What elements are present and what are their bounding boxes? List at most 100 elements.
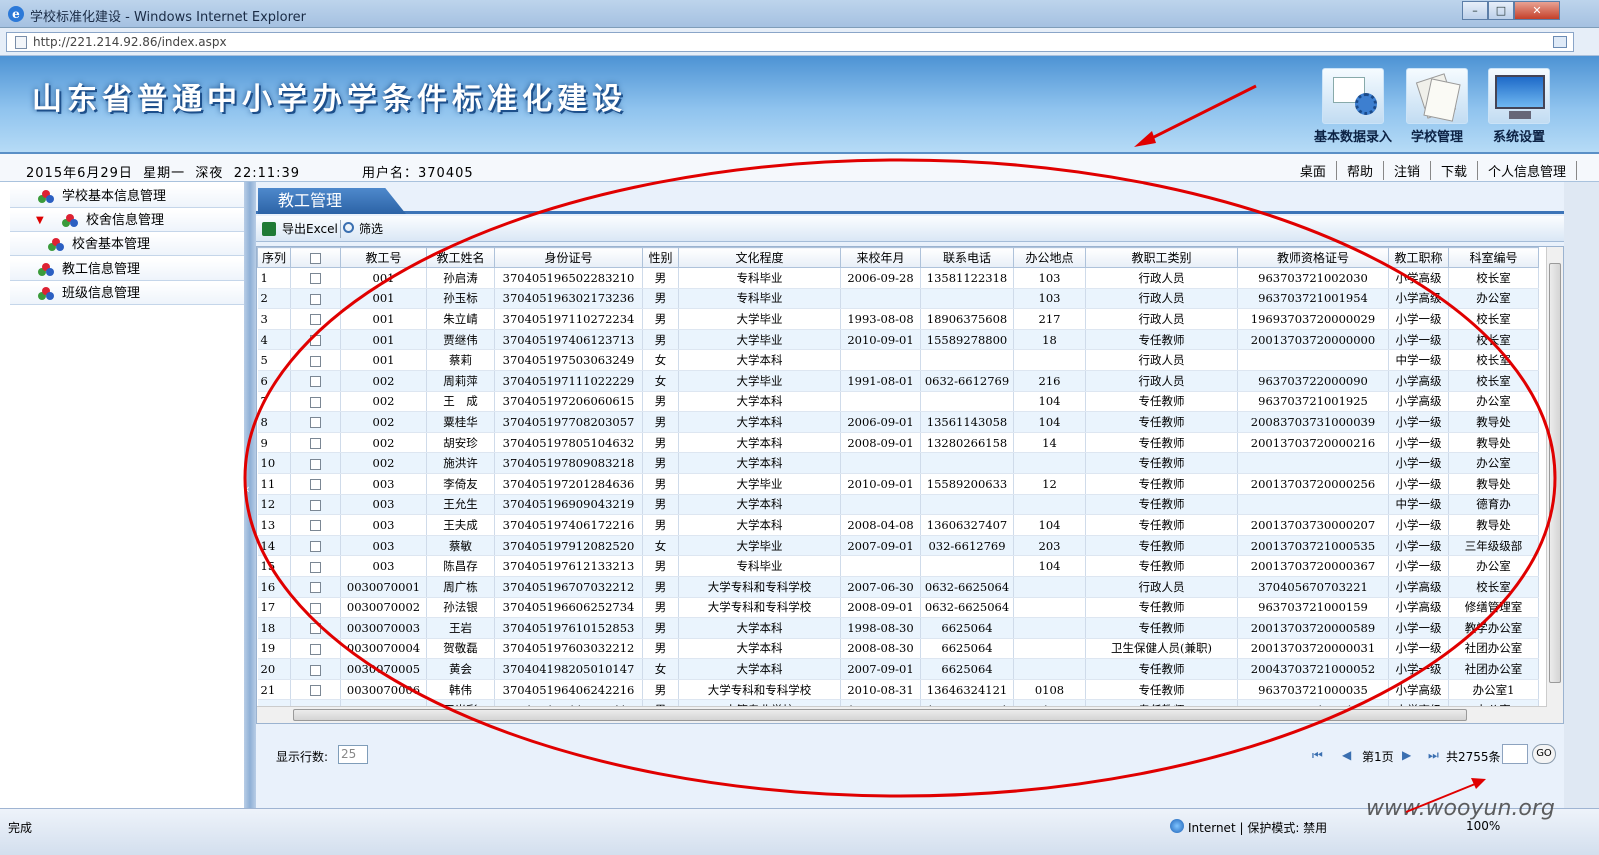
scroll-thumb[interactable]: [1549, 263, 1561, 683]
table-row[interactable]: 18 0030070003 王岩 370405197610152853 男大学本科 199…: [257, 617, 1539, 639]
go-button[interactable]: GO: [1532, 744, 1556, 764]
horizontal-scrollbar[interactable]: [257, 706, 1547, 723]
sidebar-splitter[interactable]: ‹: [244, 182, 256, 808]
filter-button[interactable]: 筛选: [340, 220, 383, 238]
table-row[interactable]: 10 002 施洪许 370405197809083218 男大学本科 专任教师 小学一级办…: [257, 452, 1539, 474]
column-header[interactable]: 教工姓名: [426, 247, 495, 268]
logout-link[interactable]: 注销: [1384, 161, 1431, 180]
table-row[interactable]: 5 001 蔡莉 370405197503063249 女大学本科 行政人员 中学一级 校长室: [257, 349, 1539, 371]
table-cell[interactable]: [290, 658, 341, 680]
export-excel-button[interactable]: 导出Excel: [262, 220, 338, 238]
row-checkbox[interactable]: [310, 479, 321, 491]
column-header[interactable]: 来校年月: [840, 247, 921, 268]
table-cell[interactable]: [290, 452, 341, 474]
table-row[interactable]: 20 0030070005 黄会 370404198205010147 女大学本科 200…: [257, 658, 1539, 680]
rows-input[interactable]: 25: [338, 745, 368, 764]
minimize-button[interactable]: –: [1462, 1, 1488, 20]
table-row[interactable]: 14 003 蔡敏 370405197912082520 女大学毕业 2007-09-01…: [257, 535, 1539, 557]
compatibility-view-icon[interactable]: [1553, 36, 1567, 48]
zoom-level[interactable]: 100%: [1466, 819, 1500, 833]
table-cell[interactable]: [290, 391, 341, 413]
table-cell[interactable]: [290, 308, 341, 330]
select-all-header[interactable]: [290, 247, 341, 268]
close-button[interactable]: ✕: [1514, 1, 1560, 20]
table-row[interactable]: 13 003 王夫成 370405197406172216 男大学本科 2008-04-0…: [257, 514, 1539, 536]
column-header[interactable]: 教职工类别: [1085, 247, 1238, 268]
next-page-icon[interactable]: ▶: [1402, 748, 1411, 762]
table-row[interactable]: 17 0030070002 孙法银 370405196606252734 男大学专科和专…: [257, 597, 1539, 619]
table-row[interactable]: 3 001 朱立崝 370405197110272234 男大学毕业 1993-08-08…: [257, 308, 1539, 330]
column-header[interactable]: 文化程度: [678, 247, 841, 268]
help-link[interactable]: 帮助: [1337, 161, 1384, 180]
column-header[interactable]: 教工号: [340, 247, 427, 268]
table-cell[interactable]: [290, 411, 341, 433]
table-row[interactable]: 4 001 贾继伟 370405197406123713 男大学毕业 2010-09-01…: [257, 329, 1539, 351]
table-row[interactable]: 12 003 王允生 370405196909043219 男大学本科 专任教师 中学一级德…: [257, 494, 1539, 516]
table-cell[interactable]: [290, 267, 341, 289]
last-page-icon[interactable]: ⏭: [1428, 748, 1439, 763]
table-row[interactable]: 15 003 陈昌存 370405197612133213 男专科毕业 104 专任教师 20…: [257, 555, 1539, 577]
table-cell[interactable]: [290, 514, 341, 536]
table-cell[interactable]: [290, 370, 341, 392]
row-checkbox[interactable]: [310, 643, 321, 655]
row-checkbox[interactable]: [310, 293, 321, 305]
download-link[interactable]: 下载: [1431, 161, 1478, 180]
table-row[interactable]: 6 002 周莉萍 370405197111022229 女大学毕业 1991-08-01…: [257, 370, 1539, 392]
column-header[interactable]: 教师资格证号: [1237, 247, 1389, 268]
row-checkbox[interactable]: [310, 417, 321, 429]
row-checkbox[interactable]: [310, 685, 321, 697]
vertical-scrollbar[interactable]: [1546, 247, 1563, 723]
data-entry-button[interactable]: 基本数据录入: [1314, 68, 1392, 148]
url-field[interactable]: http://221.214.92.86/index.aspx: [6, 32, 1574, 52]
column-header[interactable]: 性别: [642, 247, 679, 268]
table-cell[interactable]: [290, 473, 341, 495]
table-cell[interactable]: [290, 638, 341, 660]
row-checkbox[interactable]: [310, 273, 321, 285]
column-header[interactable]: 办公地点: [1013, 247, 1086, 268]
table-cell[interactable]: [290, 288, 341, 310]
column-header[interactable]: 教工职称: [1388, 247, 1449, 268]
row-checkbox[interactable]: [310, 664, 321, 676]
scroll-thumb[interactable]: [293, 709, 1467, 721]
row-checkbox[interactable]: [310, 623, 321, 635]
table-row[interactable]: 1 001 孙启涛 370405196502283210 男专科毕业 2006-09-28…: [257, 267, 1539, 289]
school-management-button[interactable]: 学校管理: [1398, 68, 1476, 148]
system-settings-button[interactable]: 系统设置: [1480, 68, 1558, 148]
table-cell[interactable]: [290, 576, 341, 598]
table-cell[interactable]: [290, 494, 341, 516]
sidebar-item-building-basic[interactable]: 校舍基本管理: [10, 234, 244, 256]
table-row[interactable]: 16 0030070001 周广栋 370405196707032212 男大学专科和专…: [257, 576, 1539, 598]
row-checkbox[interactable]: [310, 335, 321, 347]
table-row[interactable]: 19 0030070004 贺敬磊 370405197603032212 男大学本科 20…: [257, 638, 1539, 660]
row-checkbox[interactable]: [310, 520, 321, 532]
table-cell[interactable]: [290, 679, 341, 701]
expand-arrow-icon[interactable]: ▼: [36, 210, 44, 232]
sidebar-item-class-info[interactable]: 班级信息管理: [10, 283, 244, 305]
column-header[interactable]: 序列: [257, 247, 291, 268]
row-checkbox[interactable]: [310, 396, 321, 408]
sidebar-item-building-info[interactable]: ▼ 校舍信息管理: [10, 210, 244, 232]
maximize-button[interactable]: □: [1488, 1, 1514, 20]
goto-page-input[interactable]: [1502, 744, 1528, 764]
table-cell[interactable]: [290, 597, 341, 619]
row-checkbox[interactable]: [310, 499, 321, 511]
table-row[interactable]: 2 001 孙玉标 370405196302173236 男专科毕业 103 行政人员 963…: [257, 288, 1539, 310]
first-page-icon[interactable]: ⏮: [1312, 748, 1323, 763]
table-cell[interactable]: [290, 555, 341, 577]
collapse-arrow-icon[interactable]: ‹: [245, 482, 250, 496]
table-row[interactable]: 7 002 王 成 370405197206060615 男大学本科 104 专任教师 963…: [257, 391, 1539, 413]
row-checkbox[interactable]: [310, 355, 321, 367]
row-checkbox[interactable]: [310, 561, 321, 573]
column-header[interactable]: 科室编号: [1448, 247, 1539, 268]
column-header[interactable]: 身份证号: [494, 247, 643, 268]
column-header[interactable]: 联系电话: [920, 247, 1014, 268]
table-row[interactable]: 21 0030070006 韩伟 370405196406242216 男大学专科和专科…: [257, 679, 1539, 701]
row-checkbox[interactable]: [310, 602, 321, 614]
row-checkbox[interactable]: [310, 582, 321, 594]
table-row[interactable]: 8 002 粟桂华 370405197708203057 男大学本科 2006-09-01…: [257, 411, 1539, 433]
table-row[interactable]: 11 003 李倚友 370405197201284636 男大学毕业 2010-09-0…: [257, 473, 1539, 495]
row-checkbox[interactable]: [310, 438, 321, 450]
prev-page-icon[interactable]: ◀: [1342, 748, 1351, 762]
sidebar-item-school-info[interactable]: 学校基本信息管理: [10, 186, 244, 208]
table-row[interactable]: 9 002 胡安珍 370405197805104632 男大学本科 2008-09-01…: [257, 432, 1539, 454]
